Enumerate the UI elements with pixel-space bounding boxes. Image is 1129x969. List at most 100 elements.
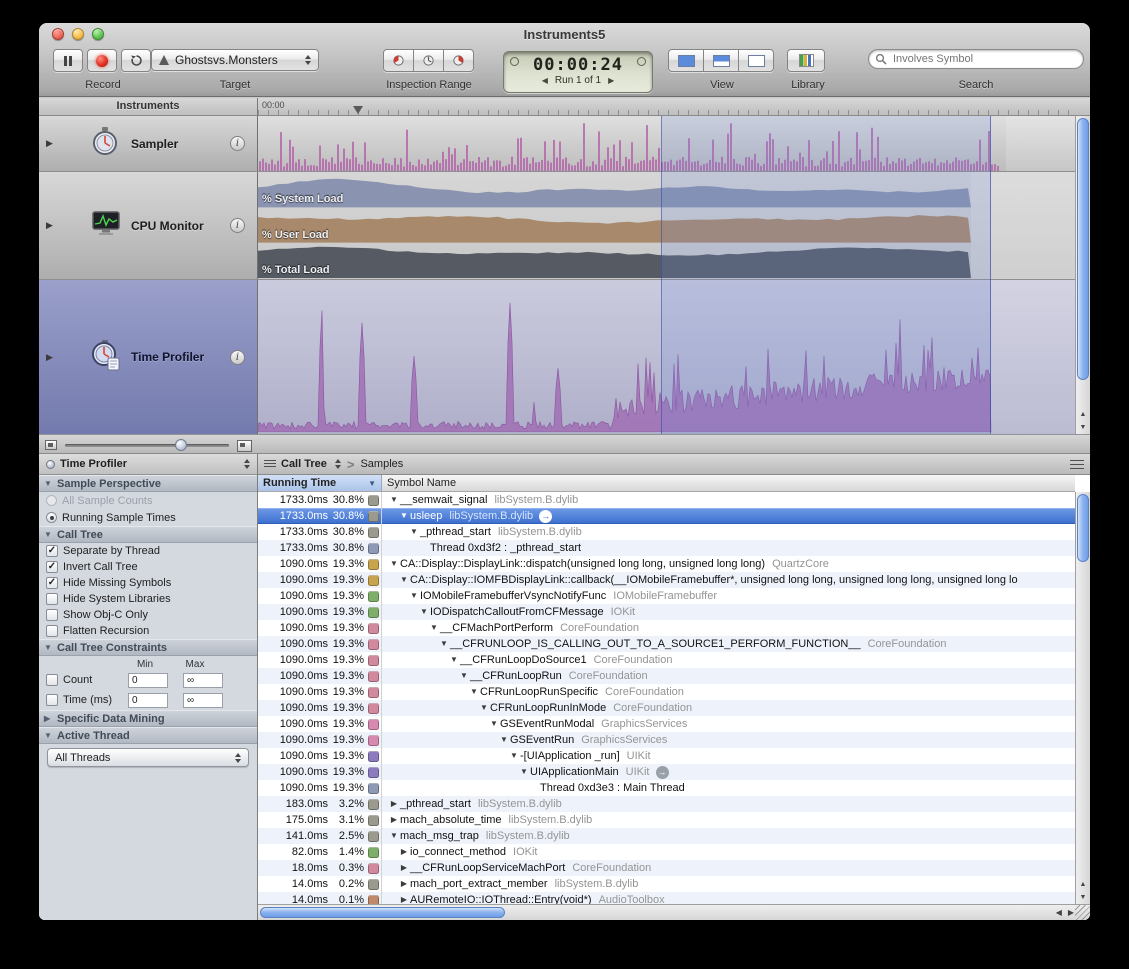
breadcrumb-call-tree[interactable]: Call Tree	[264, 456, 341, 472]
record-button[interactable]	[87, 49, 117, 72]
menu-icon[interactable]	[1070, 460, 1084, 469]
time-profiler-track-panel[interactable]: ▶ Time Profiler i	[39, 280, 258, 434]
call-tree-row[interactable]: 14.0ms0.2%▶mach_port_extract_memberlibSy…	[258, 876, 1075, 892]
call-tree-row[interactable]: 1090.0ms19.3%▼CA::Display::IOMFBDisplayL…	[258, 572, 1075, 588]
scroll-right-button[interactable]: ▶	[1068, 908, 1074, 917]
info-button[interactable]: i	[230, 350, 245, 365]
pause-button[interactable]	[53, 49, 83, 72]
checkbox-icon[interactable]	[46, 694, 58, 706]
titlebar[interactable]: Instruments5	[39, 23, 1090, 45]
checkbox-flatten-recursion[interactable]: Flatten Recursion	[39, 623, 257, 639]
scroll-left-button[interactable]: ◀	[1056, 908, 1062, 917]
call-tree-row[interactable]: 14.0ms0.1%▶AURemoteIO::IOThread::Entry(v…	[258, 892, 1075, 904]
previous-run-button[interactable]: ◀	[542, 76, 548, 85]
call-tree-row[interactable]: 183.0ms3.2%▶_pthread_startlibSystem.B.dy…	[258, 796, 1075, 812]
column-header-symbol-name[interactable]: Symbol Name	[382, 475, 1075, 491]
disclosure-triangle[interactable]: ▼	[398, 572, 410, 588]
disclosure-triangle[interactable]: ▼	[398, 508, 410, 524]
zoom-slider[interactable]	[65, 444, 229, 447]
inspection-range-clear-button[interactable]	[413, 49, 444, 72]
call-tree-row[interactable]: 1733.0ms30.8%Thread 0xd3f2 : _pthread_st…	[258, 540, 1075, 556]
call-tree-row[interactable]: 1090.0ms19.3%Thread 0xd3e3 : Main Thread	[258, 780, 1075, 796]
disclosure-triangle[interactable]: ▶	[46, 138, 53, 149]
max-input[interactable]: ∞	[183, 673, 223, 688]
disclosure-triangle[interactable]: ▶	[398, 876, 410, 892]
section-specific-data-mining[interactable]: ▶ Specific Data Mining	[39, 710, 257, 727]
call-tree-row[interactable]: 1090.0ms19.3%▼__CFMachPortPerformCoreFou…	[258, 620, 1075, 636]
min-input[interactable]: 0	[128, 693, 168, 708]
checkbox-separate-by-thread[interactable]: ✓Separate by Thread	[39, 543, 257, 559]
call-tree-row[interactable]: 1090.0ms19.3%▼IOMobileFramebufferVsyncNo…	[258, 588, 1075, 604]
table-scrollbar[interactable]: ▲ ▼	[1075, 492, 1090, 904]
disclosure-triangle[interactable]: ▼	[518, 764, 530, 780]
disclosure-triangle[interactable]: ▶	[46, 352, 53, 363]
loop-button[interactable]	[121, 49, 151, 72]
scrollbar-thumb[interactable]	[1077, 118, 1089, 380]
checkbox-icon[interactable]	[46, 674, 58, 686]
call-tree-row[interactable]: 1090.0ms19.3%▼IODispatchCalloutFromCFMes…	[258, 604, 1075, 620]
disclosure-triangle[interactable]: ▶	[398, 860, 410, 876]
disclosure-triangle[interactable]: ▶	[388, 812, 400, 828]
disclosure-triangle[interactable]: ▼	[388, 492, 400, 508]
call-tree-row[interactable]: 1090.0ms19.3%▼CFRunLoopRunSpecificCoreFo…	[258, 684, 1075, 700]
zoom-slider-thumb[interactable]	[175, 439, 187, 451]
instrument-popup[interactable]: Time Profiler	[39, 454, 257, 475]
focus-button[interactable]: →	[539, 510, 552, 523]
call-tree-row[interactable]: 1090.0ms19.3%▼__CFRunLoopRunCoreFoundati…	[258, 668, 1075, 684]
tracks-scrollbar[interactable]: ▲ ▼	[1075, 116, 1090, 434]
resize-grip[interactable]	[1075, 905, 1090, 920]
horizontal-scrollbar[interactable]: ◀ ▶	[258, 904, 1090, 920]
playhead-marker[interactable]	[353, 106, 363, 114]
section-sample-perspective[interactable]: ▼ Sample Perspective	[39, 475, 257, 492]
checkbox-hide-missing-symbols[interactable]: ✓Hide Missing Symbols	[39, 575, 257, 591]
active-thread-popup[interactable]: All Threads	[47, 748, 249, 767]
disclosure-triangle[interactable]: ▼	[458, 668, 470, 684]
disclosure-triangle[interactable]: ▶	[398, 892, 410, 904]
column-header-running-time[interactable]: Running Time ▼	[258, 475, 382, 491]
scroll-down-button[interactable]: ▼	[1076, 421, 1090, 434]
call-tree-row[interactable]: 1090.0ms19.3%▼GSEventRunModalGraphicsSer…	[258, 716, 1075, 732]
call-tree-row[interactable]: 1733.0ms30.8%▼usleeplibSystem.B.dylib→	[258, 508, 1075, 524]
inspection-range-start-button[interactable]	[383, 49, 414, 72]
call-tree-row[interactable]: 82.0ms1.4%▶io_connect_methodIOKit	[258, 844, 1075, 860]
call-tree-row[interactable]: 1090.0ms19.3%▼UIApplicationMainUIKit→	[258, 764, 1075, 780]
focus-button[interactable]: →	[656, 766, 669, 779]
call-tree-row[interactable]: 1090.0ms19.3%▼CA::Display::DisplayLink::…	[258, 556, 1075, 572]
scroll-up-button[interactable]: ▲	[1076, 408, 1090, 421]
view-right-pane-button[interactable]	[738, 49, 774, 72]
cpu-track-panel[interactable]: ▶ CPU Monitor i	[39, 172, 258, 279]
call-tree-row[interactable]: 141.0ms2.5%▼mach_msg_traplibSystem.B.dyl…	[258, 828, 1075, 844]
call-tree-row[interactable]: 175.0ms3.1%▶mach_absolute_timelibSystem.…	[258, 812, 1075, 828]
disclosure-triangle[interactable]: ▼	[448, 652, 460, 668]
min-input[interactable]: 0	[128, 673, 168, 688]
call-tree-row[interactable]: 18.0ms0.3%▶__CFRunLoopServiceMachPortCor…	[258, 860, 1075, 876]
checkbox-show-obj-c-only[interactable]: Show Obj-C Only	[39, 607, 257, 623]
disclosure-triangle[interactable]: ▼	[408, 524, 420, 540]
disclosure-triangle[interactable]: ▶	[388, 796, 400, 812]
sampler-track-panel[interactable]: ▶ Sampler i	[39, 116, 258, 171]
breadcrumb-samples[interactable]: Samples	[360, 458, 403, 470]
scroll-down-button[interactable]: ▼	[1076, 891, 1090, 904]
disclosure-triangle[interactable]: ▼	[508, 748, 520, 764]
disclosure-triangle[interactable]: ▼	[408, 588, 420, 604]
zoom-out-icon[interactable]	[45, 440, 57, 450]
section-call-tree-constraints[interactable]: ▼ Call Tree Constraints	[39, 639, 257, 656]
target-popup[interactable]: Ghostsvs.Monsters	[151, 49, 319, 71]
radio-running-sample-times[interactable]: Running Sample Times	[39, 509, 257, 526]
view-bottom-pane-button[interactable]	[703, 49, 739, 72]
disclosure-triangle[interactable]: ▼	[478, 700, 490, 716]
checkbox-hide-system-libraries[interactable]: Hide System Libraries	[39, 591, 257, 607]
call-tree-row[interactable]: 1733.0ms30.8%▼_pthread_startlibSystem.B.…	[258, 524, 1075, 540]
disclosure-triangle[interactable]: ▶	[398, 844, 410, 860]
timeline-selection[interactable]	[661, 116, 991, 434]
view-left-pane-button[interactable]	[668, 49, 704, 72]
call-tree-row[interactable]: 1090.0ms19.3%▼__CFRunLoopDoSource1CoreFo…	[258, 652, 1075, 668]
info-button[interactable]: i	[230, 136, 245, 151]
disclosure-triangle[interactable]: ▼	[468, 684, 480, 700]
disclosure-triangle[interactable]: ▼	[388, 556, 400, 572]
disclosure-triangle[interactable]: ▼	[428, 620, 440, 636]
call-tree-row[interactable]: 1090.0ms19.3%▼-[UIApplication _run]UIKit	[258, 748, 1075, 764]
call-tree-row[interactable]: 1090.0ms19.3%▼GSEventRunGraphicsServices	[258, 732, 1075, 748]
max-input[interactable]: ∞	[183, 693, 223, 708]
disclosure-triangle[interactable]: ▶	[46, 220, 53, 231]
